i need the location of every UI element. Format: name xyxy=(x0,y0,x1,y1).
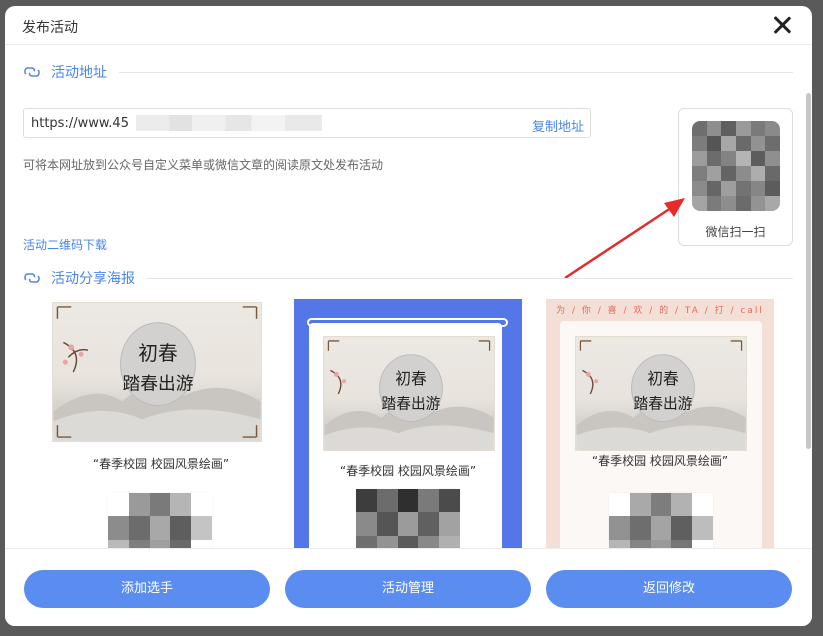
landscape-illustration: 初春 踏春出游 xyxy=(576,340,746,450)
calligraphy-subtitle: 踏春出游 xyxy=(382,396,441,413)
modal-header: 发布活动 xyxy=(5,6,812,45)
scrollbar[interactable] xyxy=(806,93,811,449)
activity-url-field[interactable]: https://www.45 复制地址 xyxy=(23,108,591,138)
poster-qr-code xyxy=(108,493,212,548)
calligraphy-title: 初春 xyxy=(138,342,178,365)
calligraphy-title: 初春 xyxy=(647,369,679,388)
landscape-illustration: 初春 踏春出游 xyxy=(324,340,494,450)
poster-qr-code xyxy=(356,489,460,548)
poster-caption: “春季校园 校园风景绘画” xyxy=(339,464,477,478)
poster-qr-code xyxy=(609,493,713,548)
copy-address-button[interactable]: 复制地址 xyxy=(532,116,584,135)
poster-template-2[interactable]: 初春 踏春出游 “春季校园 校园风景绘画” xyxy=(294,299,522,548)
poster-template-3[interactable]: 为 / 你 / 喜 / 欢 / 的 / TA / 打 / call 初春 踏春出… xyxy=(546,299,774,548)
section-poster-title: 活动分享海报 xyxy=(51,271,135,287)
divider xyxy=(147,277,793,279)
qr-download-link[interactable]: 活动二维码下载 xyxy=(23,236,107,253)
qr-caption: 微信扫一扫 xyxy=(705,225,766,239)
activity-manage-button[interactable]: 活动管理 xyxy=(285,570,531,608)
calligraphy-title: 初春 xyxy=(395,369,427,388)
poster-caption: “春季校园 校园风景绘画” xyxy=(92,457,230,471)
divider xyxy=(119,71,793,73)
modal-title: 发布活动 xyxy=(22,20,78,36)
url-redacted-area xyxy=(136,115,322,131)
publish-activity-modal: 发布活动 活动地址 https://www.45 复制地址 可将本网址放到公众号… xyxy=(5,6,812,626)
poster-artwork: 初春 踏春出游 xyxy=(575,336,747,451)
calligraphy-subtitle: 踏春出游 xyxy=(123,374,194,395)
landscape-illustration: 初春 踏春出游 xyxy=(53,306,261,441)
publish-hint: 可将本网址放到公众号自定义菜单或微信文章的阅读原文处发布活动 xyxy=(23,158,384,172)
wechat-qr-card: 微信扫一扫 xyxy=(678,108,793,246)
section-address-header: 活动地址 xyxy=(23,62,793,82)
modal-footer: 添加选手 活动管理 返回修改 xyxy=(5,548,812,626)
back-edit-button[interactable]: 返回修改 xyxy=(546,570,792,608)
link-icon xyxy=(24,273,40,283)
activity-url-text: https://www.45 xyxy=(31,116,129,131)
section-poster-header: 活动分享海报 xyxy=(23,268,793,288)
modal-body[interactable]: 活动地址 https://www.45 复制地址 可将本网址放到公众号自定义菜单… xyxy=(5,45,812,548)
calligraphy-subtitle: 踏春出游 xyxy=(634,396,693,413)
poster-caption: “春季校园 校园风景绘画” xyxy=(591,454,729,468)
poster-artwork: 初春 踏春出游 xyxy=(323,336,495,451)
close-icon[interactable] xyxy=(770,13,794,37)
add-contestant-button[interactable]: 添加选手 xyxy=(24,570,270,608)
poster-top-text: 为 / 你 / 喜 / 欢 / 的 / TA / 打 / call xyxy=(556,306,764,316)
poster-artwork: 初春 踏春出游 xyxy=(52,302,262,442)
poster-template-1[interactable]: 初春 踏春出游 “春季校园 校园风景绘画” xyxy=(47,299,275,548)
link-icon xyxy=(24,67,40,77)
section-address-title: 活动地址 xyxy=(51,65,107,81)
qr-code-image xyxy=(692,121,780,211)
